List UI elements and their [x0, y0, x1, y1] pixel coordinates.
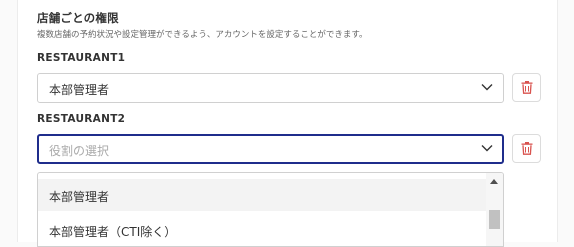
restaurant2-role-select[interactable]: 役割の選択: [37, 134, 504, 164]
trash-icon: [521, 142, 533, 155]
scroll-up-arrow-icon[interactable]: [490, 179, 498, 184]
restaurant1-label: RESTAURANT1: [37, 52, 126, 64]
restaurant2-label: RESTAURANT2: [37, 113, 126, 125]
dropdown-option[interactable]: 本部管理者（CTI除く）: [38, 214, 487, 246]
chevron-down-icon: [481, 84, 493, 91]
restaurant2-role-placeholder: 役割の選択: [49, 144, 110, 158]
scroll-thumb[interactable]: [489, 210, 500, 229]
restaurant1-role-value: 本部管理者: [49, 83, 110, 97]
dropdown-option[interactable]: 本部管理者: [38, 179, 487, 211]
restaurant1-role-select[interactable]: 本部管理者: [37, 73, 504, 103]
chevron-down-icon: [481, 145, 493, 152]
dropdown-scrollbar[interactable]: [486, 173, 503, 246]
role-dropdown-list: 本部管理者 本部管理者（CTI除く）: [37, 172, 504, 247]
trash-icon: [521, 81, 533, 94]
section-title: 店舗ごとの権限: [37, 11, 119, 25]
section-description: 複数店舗の予約状況や設定管理ができるよう、アカウントを設定することができます。: [37, 30, 368, 40]
delete-restaurant2-button[interactable]: [512, 134, 541, 163]
delete-restaurant1-button[interactable]: [512, 73, 541, 102]
